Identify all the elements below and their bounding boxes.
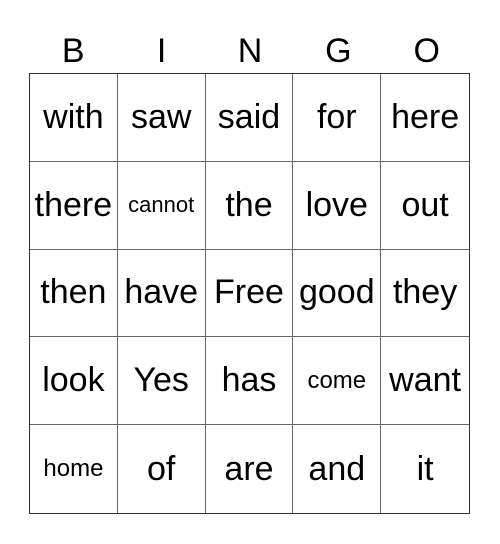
bingo-cell[interactable]: love (293, 161, 382, 250)
header-letter-i: I (156, 32, 167, 70)
bingo-grid: with saw said for here there cannot the … (29, 73, 470, 514)
bingo-cell[interactable]: saw (117, 74, 206, 162)
header-letter-o: O (413, 32, 440, 70)
bingo-cell-free[interactable]: Free (205, 249, 294, 338)
bingo-cell[interactable]: and (293, 425, 382, 513)
bingo-cell[interactable]: it (381, 425, 469, 513)
bingo-cell[interactable]: have (117, 249, 206, 338)
bingo-cell[interactable]: want (381, 337, 469, 426)
bingo-cell[interactable]: are (206, 425, 294, 513)
bingo-cell[interactable]: home (30, 425, 118, 513)
bingo-cell[interactable]: they (381, 250, 469, 338)
header-letter-b: B (61, 32, 85, 70)
bingo-cell[interactable]: said (205, 74, 294, 162)
bingo-cell[interactable]: has (205, 337, 294, 426)
bingo-cell[interactable]: cannot (117, 161, 206, 250)
bingo-cell[interactable]: there (30, 161, 118, 250)
bingo-cell[interactable]: good (293, 249, 382, 338)
bingo-cell[interactable]: of (118, 425, 206, 513)
bingo-cell[interactable]: Yes (117, 337, 206, 426)
bingo-cell[interactable]: the (205, 161, 294, 250)
bingo-cell[interactable]: with (30, 74, 118, 162)
header-letter-n: N (237, 32, 263, 70)
header-letter-g: G (325, 32, 352, 70)
bingo-cell[interactable]: out (381, 162, 469, 250)
bingo-cell[interactable]: then (30, 249, 118, 338)
bingo-cell[interactable]: here (381, 74, 469, 162)
bingo-cell[interactable]: come (293, 337, 382, 426)
bingo-cell[interactable]: look (30, 337, 118, 426)
bingo-header: B I N G O (29, 30, 471, 73)
bingo-cell[interactable]: for (293, 74, 382, 162)
